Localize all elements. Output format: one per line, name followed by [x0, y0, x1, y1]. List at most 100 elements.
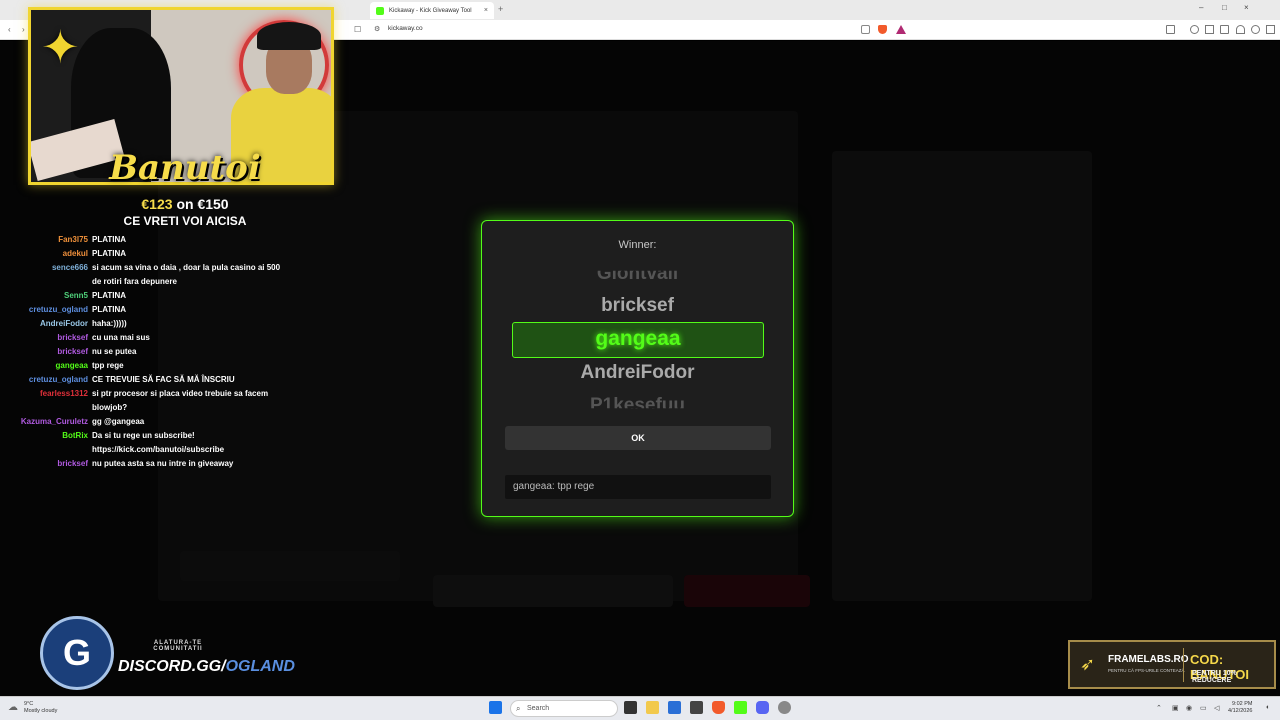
winner-modal: Winner: Glontvali bricksef gangeaa Andre…	[481, 220, 794, 517]
ok-button[interactable]: OK	[505, 426, 771, 450]
winners-panel	[832, 151, 1092, 601]
chat-username[interactable]: Fan3l75	[0, 233, 92, 247]
extensions-icon[interactable]	[1220, 25, 1229, 34]
close-window-button[interactable]: ×	[1244, 3, 1249, 12]
chat-text: PLATINA	[92, 291, 127, 300]
volume-icon[interactable]: ◁	[1214, 704, 1219, 712]
rocket-icon: ➶	[1080, 654, 1096, 674]
search-icon: ⌕	[516, 704, 521, 713]
weather-desc: Mostly cloudy	[24, 708, 58, 714]
brave-icon[interactable]	[712, 701, 725, 714]
task-view-icon[interactable]	[624, 701, 637, 714]
winner-message: gangeaa: tpp rege	[505, 475, 771, 499]
tray-app-icon[interactable]: ◉	[1186, 704, 1192, 712]
reel-winner: gangeaa	[595, 327, 681, 350]
chat-username[interactable]: sence666	[0, 261, 92, 289]
site-info-icon[interactable]: ⚙	[374, 25, 380, 33]
url-field[interactable]: kickaway.co	[388, 25, 423, 32]
discord-icon[interactable]	[756, 701, 769, 714]
sponsor-tagline: PENTRU CĂ FPS-URILE CONTEAZĂ	[1108, 668, 1185, 673]
brave-shield-icon[interactable]	[878, 25, 887, 34]
search-placeholder: Search	[527, 705, 550, 712]
modal-title: Winner:	[618, 239, 657, 251]
reel-item: bricksef	[601, 295, 674, 316]
chat-username[interactable]: Kazuma_Curuletz	[0, 415, 92, 429]
chat-message: adekul PLATINA	[0, 247, 330, 261]
chat-text: Da si tu rege un subscribe! https://kick…	[92, 431, 225, 454]
vpn-icon[interactable]	[1251, 25, 1260, 34]
reader-icon[interactable]	[1166, 25, 1175, 34]
share-icon[interactable]	[861, 25, 870, 34]
back-button[interactable]: ‹	[8, 25, 11, 34]
reel-item: Glontvali	[596, 263, 679, 284]
settings-icon[interactable]	[778, 701, 791, 714]
bookmark-icon[interactable]: ☐	[354, 25, 361, 34]
start-icon[interactable]	[489, 701, 502, 714]
clock-date: 4/12/2026	[1228, 708, 1253, 714]
chat-username[interactable]: cretuzu_ogland	[0, 373, 92, 387]
goal-current: €123	[141, 196, 173, 212]
file-explorer-icon[interactable]	[646, 701, 659, 714]
favorites-icon[interactable]	[1236, 25, 1245, 34]
forward-button[interactable]: ›	[22, 25, 25, 34]
media-icon[interactable]	[1190, 25, 1199, 34]
chat-username[interactable]: adekul	[0, 247, 92, 261]
chat-message: cretuzu_ogland PLATINA	[0, 303, 330, 317]
minimize-button[interactable]: –	[1199, 3, 1203, 12]
chat-username[interactable]: fearless1312	[0, 387, 92, 415]
chat-text: haha:)))))	[92, 319, 127, 328]
chat-username[interactable]: Senn5	[0, 289, 92, 303]
sponsor-name: FRAMELABS.RO	[1108, 654, 1189, 665]
chat-text: si acum sa vina o daia , doar la pula ca…	[92, 263, 281, 286]
background-input	[433, 575, 673, 607]
chat-message: bricksef cu una mai sus	[0, 331, 330, 345]
reel-item: P1kesefuu	[589, 395, 686, 416]
taskbar-search[interactable]: ⌕ Search	[510, 700, 618, 717]
sidebar-icon[interactable]	[1205, 25, 1214, 34]
chat-username[interactable]: cretuzu_ogland	[0, 303, 92, 317]
menu-icon[interactable]	[1266, 25, 1275, 34]
brave-rewards-icon[interactable]	[896, 25, 906, 34]
new-tab-button[interactable]: +	[498, 4, 503, 14]
clock-time: 9:02 PM	[1231, 701, 1253, 707]
store-icon[interactable]	[668, 701, 681, 714]
tray-app-icon[interactable]: ▣	[1172, 704, 1179, 712]
chat-username[interactable]: BotRix	[0, 429, 92, 457]
reel-item: AndreiFodor	[580, 362, 695, 383]
app-icon[interactable]	[690, 701, 703, 714]
kick-favicon-icon	[376, 6, 384, 15]
weather-temp: 9°C	[24, 701, 34, 707]
star-logo-icon: ✦	[41, 21, 80, 73]
chat-message: fearless1312 si ptr procesor si placa vid…	[0, 387, 330, 415]
maximize-button[interactable]: □	[1222, 3, 1227, 12]
tab-close-icon[interactable]: ×	[484, 7, 488, 14]
webcam-person-hair	[257, 22, 321, 50]
chat-username[interactable]: gangeaa	[0, 359, 92, 373]
kick-icon[interactable]	[734, 701, 747, 714]
chat-username[interactable]: bricksef	[0, 331, 92, 345]
network-icon[interactable]: ▭	[1200, 704, 1207, 712]
goal-target: €150	[197, 196, 229, 212]
tray-chevron-icon[interactable]: ⌃	[1156, 704, 1162, 712]
weather-icon[interactable]: ☁	[8, 702, 18, 713]
notifications-icon[interactable]: ◐	[1266, 704, 1270, 711]
chat-overlay: Fan3l75 PLATINA adekul PLATINA sence666 si ac…	[0, 233, 330, 471]
discord-url-code: OGLAND	[225, 658, 295, 675]
screen: Kickaway - Kick Giveaway Tool × + – □ × …	[0, 0, 1280, 720]
chat-username[interactable]: bricksef	[0, 345, 92, 359]
chat-message: bricksef nu putea asta sa nu intre in giv…	[0, 457, 330, 471]
tab-kickaway[interactable]: Kickaway - Kick Giveaway Tool ×	[370, 2, 494, 19]
weather-widget[interactable]: 9°C Mostly cloudy	[24, 701, 57, 715]
taskbar-clock[interactable]: 9:02 PM 4/12/2026	[1228, 701, 1252, 715]
chat-message: Senn5 PLATINA	[0, 289, 330, 303]
sponsor-discount: PENTRU 10% REDUCERE	[1192, 670, 1237, 684]
chat-text: cu una mai sus	[92, 333, 150, 342]
discord-url-main: DISCORD.GG	[118, 658, 222, 675]
chat-text: PLATINA	[92, 305, 127, 314]
background-red-button	[684, 575, 810, 607]
chat-message: bricksef nu se putea	[0, 345, 330, 359]
chat-username[interactable]: bricksef	[0, 457, 92, 471]
goal-text: CE VRETI VOI AICISA	[123, 214, 247, 228]
streamer-name: Banutoi	[109, 148, 261, 188]
chat-username[interactable]: AndreiFodor	[0, 317, 92, 331]
